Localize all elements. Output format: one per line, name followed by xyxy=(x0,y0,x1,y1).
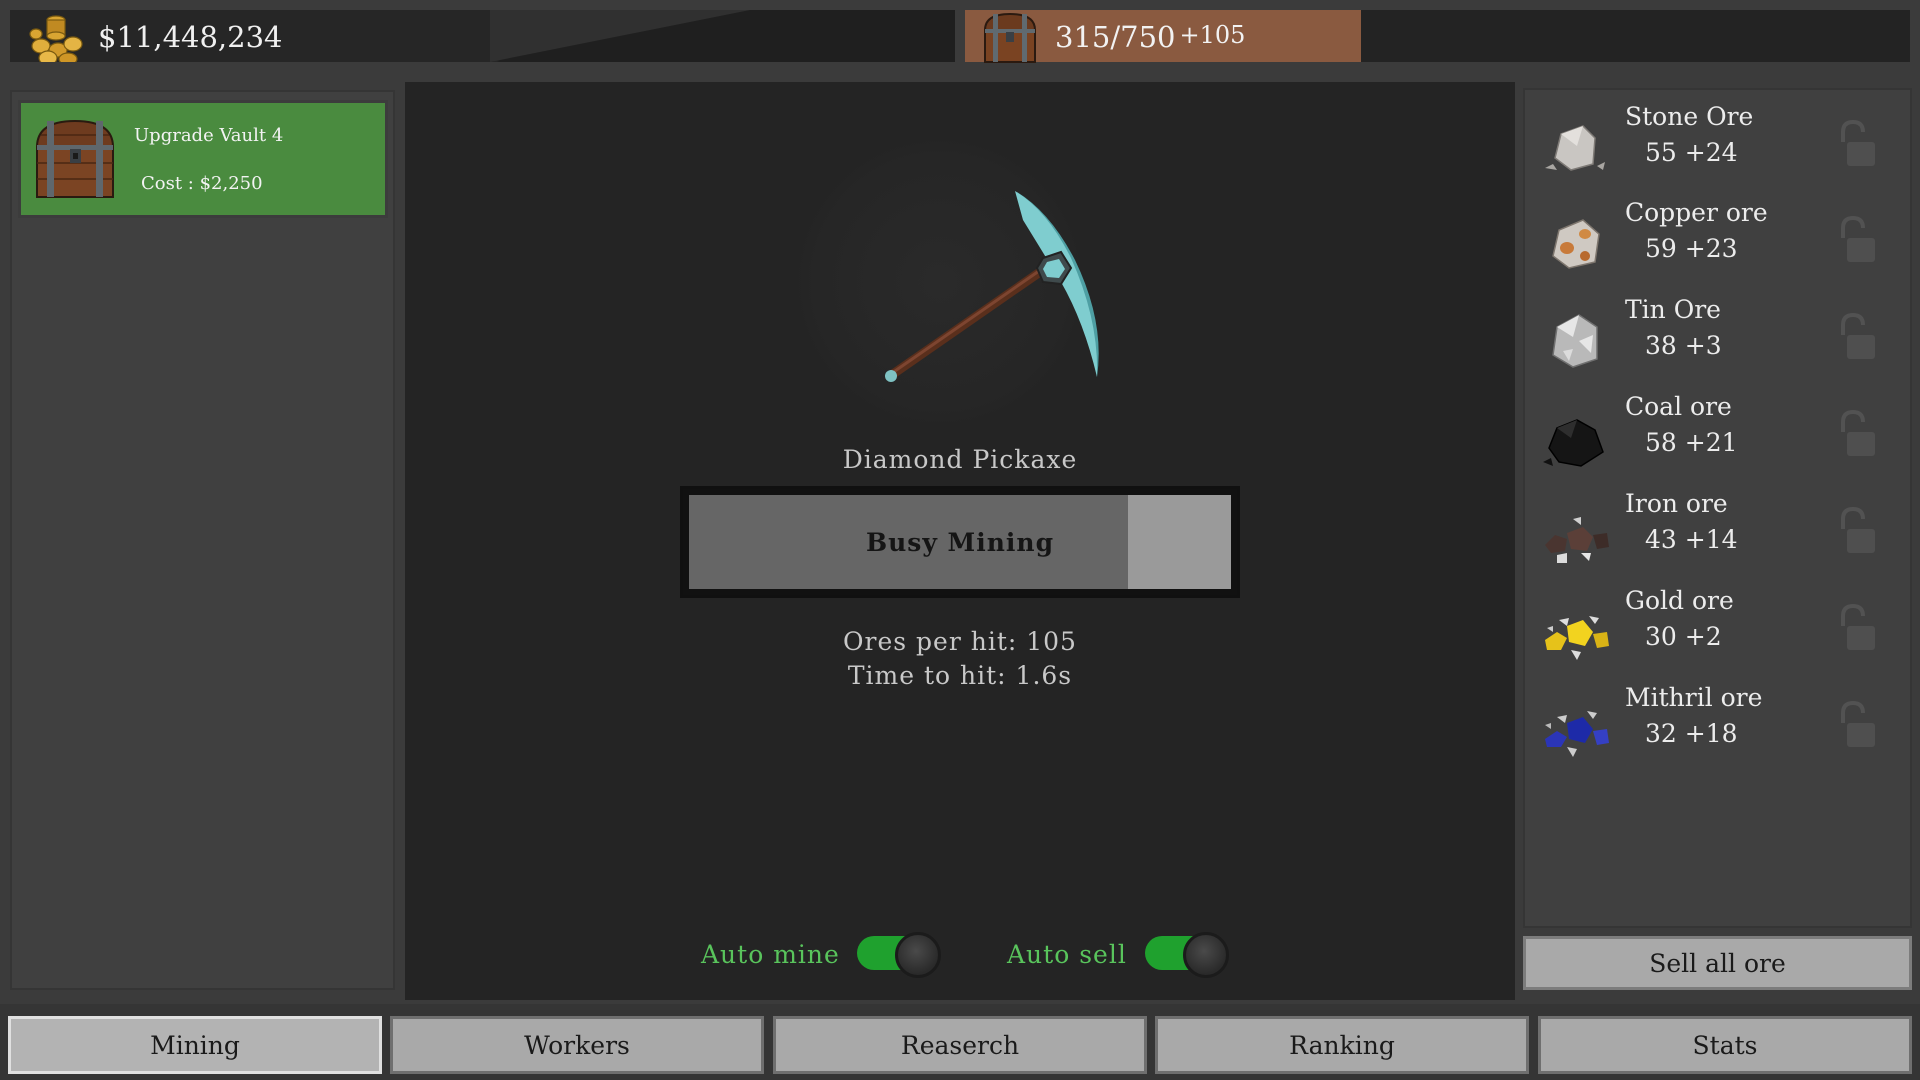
ore-count: 30 +2 xyxy=(1645,622,1722,651)
ore-count: 58 +21 xyxy=(1645,428,1738,457)
gold-coins-icon xyxy=(29,15,83,62)
ore-count: 43 +14 xyxy=(1645,525,1738,554)
ores-per-hit: Ores per hit: 105 xyxy=(843,627,1077,656)
upgrades-panel: Upgrade Vault 4 Cost : $2,250 xyxy=(10,90,395,990)
ore-name: Copper ore xyxy=(1625,198,1768,227)
ore-count: 55 +24 xyxy=(1645,138,1738,167)
ore-item-iron: Iron ore 43 +14 xyxy=(1525,487,1910,583)
top-bar: $11,448,234 315/750 +105 xyxy=(10,10,1910,63)
treasure-chest-icon xyxy=(983,12,1037,63)
ore-name: Gold ore xyxy=(1625,586,1734,615)
diamond-pickaxe-icon[interactable] xyxy=(865,172,1105,392)
auto-sell-toggle[interactable] xyxy=(1145,932,1231,978)
auto-mine-label: Auto mine xyxy=(701,940,840,969)
time-to-hit: Time to hit: 1.6s xyxy=(847,661,1073,690)
ore-name: Iron ore xyxy=(1625,489,1728,518)
ore-count: 38 +3 xyxy=(1645,331,1722,360)
copper-ore-icon xyxy=(1552,219,1600,269)
ore-count: 59 +23 xyxy=(1645,234,1738,263)
iron-ore-icon xyxy=(1545,517,1609,563)
mining-panel: Diamond Pickaxe Busy Mining Ores per hit… xyxy=(405,82,1515,1000)
tab-stats[interactable]: Stats xyxy=(1538,1016,1912,1074)
tab-workers[interactable]: Workers xyxy=(390,1016,764,1074)
ore-count: 32 +18 xyxy=(1645,719,1738,748)
ore-name: Mithril ore xyxy=(1625,683,1763,712)
vault-count: 315/750 +105 xyxy=(1055,20,1246,54)
auto-sell-label: Auto sell xyxy=(1007,940,1127,969)
treasure-chest-icon xyxy=(35,119,115,198)
ore-item-tin: Tin Ore 38 +3 xyxy=(1525,293,1910,389)
toggle-knob xyxy=(895,932,941,978)
auto-mine-toggle[interactable] xyxy=(857,932,943,978)
stone-ore-icon xyxy=(1545,125,1605,171)
sell-all-ore-button[interactable]: Sell all ore xyxy=(1523,936,1912,990)
unlocked-padlock-icon[interactable] xyxy=(1835,701,1879,751)
mining-progress-bar: Busy Mining xyxy=(689,495,1231,589)
ore-item-mithril: Mithril ore 32 +18 xyxy=(1525,681,1910,777)
tin-ore-icon xyxy=(1552,314,1598,368)
upgrade-cost: Cost : $2,250 xyxy=(141,173,263,194)
upgrade-title: Upgrade Vault 4 xyxy=(134,125,284,146)
unlocked-padlock-icon[interactable] xyxy=(1835,604,1879,654)
upgrade-vault-button[interactable]: Upgrade Vault 4 Cost : $2,250 xyxy=(18,100,388,218)
toggle-knob xyxy=(1183,932,1229,978)
unlocked-padlock-icon[interactable] xyxy=(1835,507,1879,557)
vault-plus: +105 xyxy=(1179,21,1246,49)
mithril-ore-icon xyxy=(1545,711,1609,757)
coal-ore-icon xyxy=(1543,419,1604,467)
unlocked-padlock-icon[interactable] xyxy=(1835,216,1879,266)
unlocked-padlock-icon[interactable] xyxy=(1835,313,1879,363)
tab-research[interactable]: Reaserch xyxy=(773,1016,1147,1074)
ore-name: Stone Ore xyxy=(1625,102,1754,131)
unlocked-padlock-icon[interactable] xyxy=(1835,410,1879,460)
bottom-navigation: Mining Workers Reaserch Ranking Stats xyxy=(0,1004,1920,1080)
mine-button-label: Busy Mining xyxy=(865,527,1055,557)
tool-name: Diamond Pickaxe xyxy=(842,445,1078,474)
tab-mining[interactable]: Mining xyxy=(8,1016,382,1074)
money-amount: $11,448,234 xyxy=(98,20,283,54)
ore-item-coal: Coal ore 58 +21 xyxy=(1525,390,1910,486)
ore-item-stone: Stone Ore 55 +24 xyxy=(1525,100,1910,196)
mine-button[interactable]: Busy Mining xyxy=(680,486,1240,598)
ore-item-copper: Copper ore 59 +23 xyxy=(1525,196,1910,292)
gold-ore-icon xyxy=(1545,616,1609,660)
ore-name: Coal ore xyxy=(1625,392,1732,421)
tab-ranking[interactable]: Ranking xyxy=(1155,1016,1529,1074)
money-panel: $11,448,234 xyxy=(10,10,955,62)
vault-capacity-panel: 315/750 +105 xyxy=(965,10,1361,63)
ore-inventory-panel: Stone Ore 55 +24 Copper ore 59 +23 Tin O… xyxy=(1523,88,1912,928)
unlocked-padlock-icon[interactable] xyxy=(1835,120,1879,170)
ore-item-gold: Gold ore 30 +2 xyxy=(1525,584,1910,680)
ore-name: Tin Ore xyxy=(1625,295,1721,324)
